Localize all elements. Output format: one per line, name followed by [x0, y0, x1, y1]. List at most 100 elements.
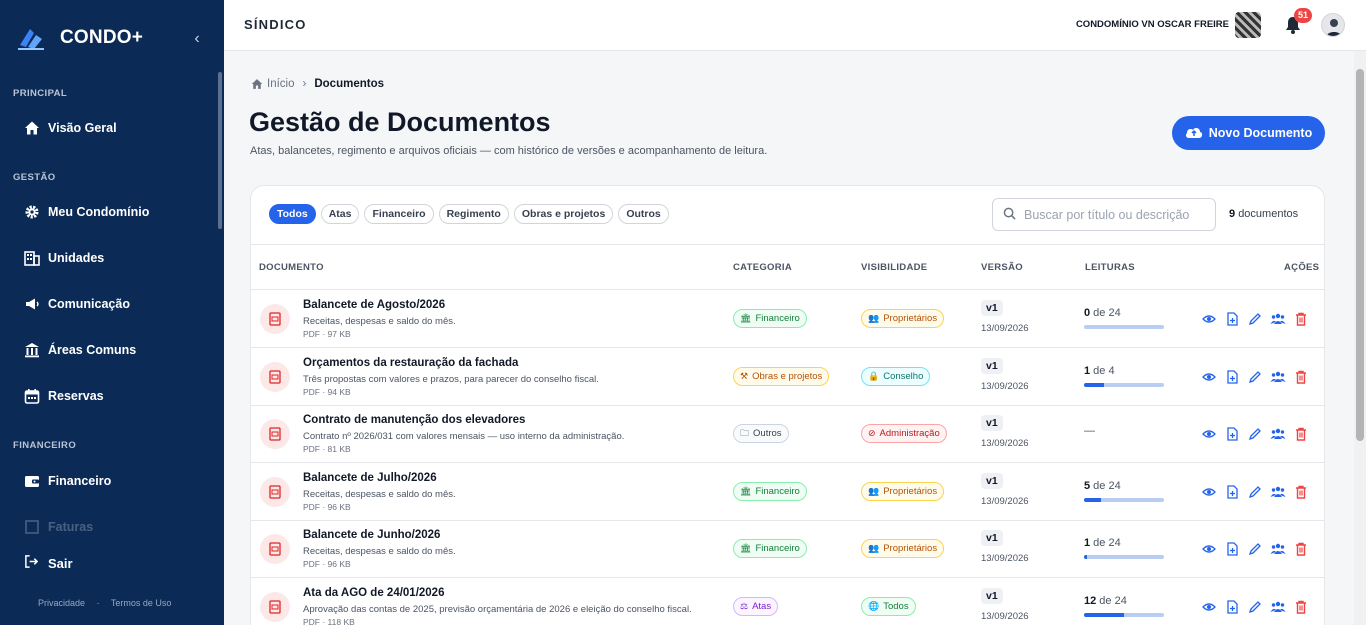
sidebar-item-areas-comuns[interactable]: Áreas Comuns: [0, 331, 216, 369]
document-meta: PDF · 96 KB: [303, 559, 351, 570]
table-row[interactable]: Balancete de Junho/2026 Receitas, despesa…: [251, 520, 1324, 579]
readers-icon[interactable]: [1270, 426, 1286, 442]
document-count-label: documentos: [1238, 208, 1299, 220]
sidebar-scrollbar[interactable]: [218, 72, 222, 229]
col-document[interactable]: DOCUMENTO: [259, 262, 324, 273]
table-row[interactable]: Balancete de Julho/2026 Receitas, despesa…: [251, 463, 1324, 521]
sidebar-item-faturas[interactable]: Faturas: [0, 508, 216, 546]
breadcrumb-home[interactable]: Início: [267, 78, 295, 90]
edit-icon[interactable]: [1247, 426, 1263, 442]
sidebar-item-visao-geral[interactable]: Visão Geral: [0, 109, 216, 147]
user-avatar[interactable]: [1321, 13, 1345, 37]
view-icon[interactable]: [1201, 541, 1217, 557]
sidebar-item-reservas[interactable]: Reservas: [0, 377, 216, 415]
view-icon[interactable]: [1201, 311, 1217, 327]
edit-icon[interactable]: [1247, 311, 1263, 327]
view-icon[interactable]: [1201, 369, 1217, 385]
col-category[interactable]: CATEGORIA: [733, 262, 792, 273]
logout-button[interactable]: Sair: [24, 554, 73, 572]
table-row[interactable]: Contrato de manutenção dos elevadores Con…: [251, 405, 1324, 464]
topbar: SÍNDICO CONDOMÍNIO VN OSCAR FREIRE 51: [224, 0, 1366, 51]
condominium-qr-image[interactable]: [1235, 12, 1261, 38]
view-icon[interactable]: [1201, 426, 1217, 442]
view-icon[interactable]: [1201, 484, 1217, 500]
table-row[interactable]: Orçamentos da restauração da fachada Três…: [251, 348, 1324, 406]
search-input[interactable]: Buscar por título ou descrição: [992, 198, 1216, 231]
edit-icon[interactable]: [1247, 484, 1263, 500]
section-label-principal: PRINCIPAL: [13, 88, 68, 99]
sidebar-item-label: Reservas: [48, 389, 104, 403]
view-icon[interactable]: [1201, 599, 1217, 615]
readers-icon[interactable]: [1270, 541, 1286, 557]
table-row[interactable]: Ata da AGO de 24/01/2026 Aprovação das co…: [251, 578, 1324, 625]
filter-chip-atas[interactable]: Atas: [320, 204, 360, 224]
reads-progress-fill: [1084, 613, 1124, 617]
sidebar-item-unidades[interactable]: Unidades: [0, 239, 216, 277]
filter-chip-regimento[interactable]: Regimento: [438, 204, 509, 224]
document-title[interactable]: Balancete de Junho/2026: [303, 529, 440, 541]
section-label-financeiro: FINANCEIRO: [13, 440, 77, 451]
new-document-button[interactable]: Novo Documento: [1172, 116, 1325, 150]
category-badge: ⚖ Atas: [733, 597, 779, 616]
delete-icon[interactable]: [1293, 599, 1309, 615]
col-reads[interactable]: LEITURAS: [1085, 262, 1135, 273]
table-row[interactable]: Balancete de Agosto/2026 Receitas, despes…: [251, 290, 1324, 348]
sidebar-item-label: Financeiro: [48, 474, 112, 488]
sidebar-item-meu-condominio[interactable]: Meu Condomínio: [0, 193, 216, 231]
document-title[interactable]: Contrato de manutenção dos elevadores: [303, 414, 525, 426]
readers-icon[interactable]: [1270, 311, 1286, 327]
visibility-badge: 👥 Proprietários: [861, 481, 945, 501]
new-version-icon[interactable]: [1224, 541, 1240, 557]
new-version-icon[interactable]: [1224, 426, 1240, 442]
filter-chip-outros[interactable]: Outros: [618, 204, 669, 224]
new-version-icon[interactable]: [1224, 311, 1240, 327]
delete-icon[interactable]: [1293, 369, 1309, 385]
logo-mark-icon: [16, 23, 46, 53]
col-version[interactable]: VERSÃO: [981, 262, 1023, 273]
terms-link[interactable]: Termos de Uso: [111, 598, 172, 608]
edit-icon[interactable]: [1247, 541, 1263, 557]
home-icon[interactable]: [251, 78, 263, 90]
notification-badge: 51: [1294, 8, 1312, 23]
edit-icon[interactable]: [1247, 599, 1263, 615]
page-scrollbar-thumb[interactable]: [1356, 69, 1364, 441]
sidebar-item-financeiro[interactable]: Financeiro: [0, 462, 216, 500]
readers-icon[interactable]: [1270, 599, 1286, 615]
document-count-number: 9: [1229, 208, 1236, 220]
filter-chip-obras[interactable]: Obras e projetos: [513, 204, 614, 224]
col-visibility[interactable]: VISIBILIDADE: [861, 262, 927, 273]
new-version-icon[interactable]: [1224, 484, 1240, 500]
page-scrollbar[interactable]: [1354, 51, 1366, 625]
category-icon: ⚖: [740, 601, 749, 611]
page-title: Gestão de Documentos: [249, 107, 551, 137]
filter-chip-todos[interactable]: Todos: [269, 204, 316, 224]
app-logo[interactable]: CONDO+: [16, 22, 143, 54]
collapse-sidebar-icon[interactable]: ‹: [190, 30, 204, 48]
new-version-icon[interactable]: [1224, 369, 1240, 385]
privacy-link[interactable]: Privacidade: [38, 598, 85, 608]
delete-icon[interactable]: [1293, 426, 1309, 442]
readers-icon[interactable]: [1270, 484, 1286, 500]
delete-icon[interactable]: [1293, 311, 1309, 327]
footer-dot: ·: [96, 598, 100, 608]
reads-separator: de: [1090, 307, 1109, 319]
reads-progress-fill: [1084, 382, 1104, 387]
document-title[interactable]: Balancete de Agosto/2026: [303, 299, 445, 311]
reads-total: 24: [1108, 537, 1121, 550]
delete-icon[interactable]: [1293, 541, 1309, 557]
new-version-icon[interactable]: [1224, 599, 1240, 615]
condominium-name[interactable]: CONDOMÍNIO VN OSCAR FREIRE: [1076, 19, 1229, 30]
delete-icon[interactable]: [1293, 484, 1309, 500]
reads-empty: —: [1084, 425, 1095, 438]
sidebar-item-comunicacao[interactable]: Comunicação: [0, 285, 216, 323]
edit-icon[interactable]: [1247, 369, 1263, 385]
version-date: 13/09/2026: [981, 380, 1029, 392]
filter-chip-financeiro[interactable]: Financeiro: [364, 204, 434, 224]
document-meta: PDF · 94 KB: [303, 386, 351, 397]
document-title[interactable]: Ata da AGO de 24/01/2026: [303, 587, 444, 599]
document-description: Aprovação das contas de 2025, previsão o…: [303, 604, 692, 615]
document-title[interactable]: Balancete de Julho/2026: [303, 472, 437, 484]
readers-icon[interactable]: [1270, 369, 1286, 385]
reads-count: 1 de 4: [1084, 365, 1115, 377]
document-title[interactable]: Orçamentos da restauração da fachada: [303, 357, 518, 369]
